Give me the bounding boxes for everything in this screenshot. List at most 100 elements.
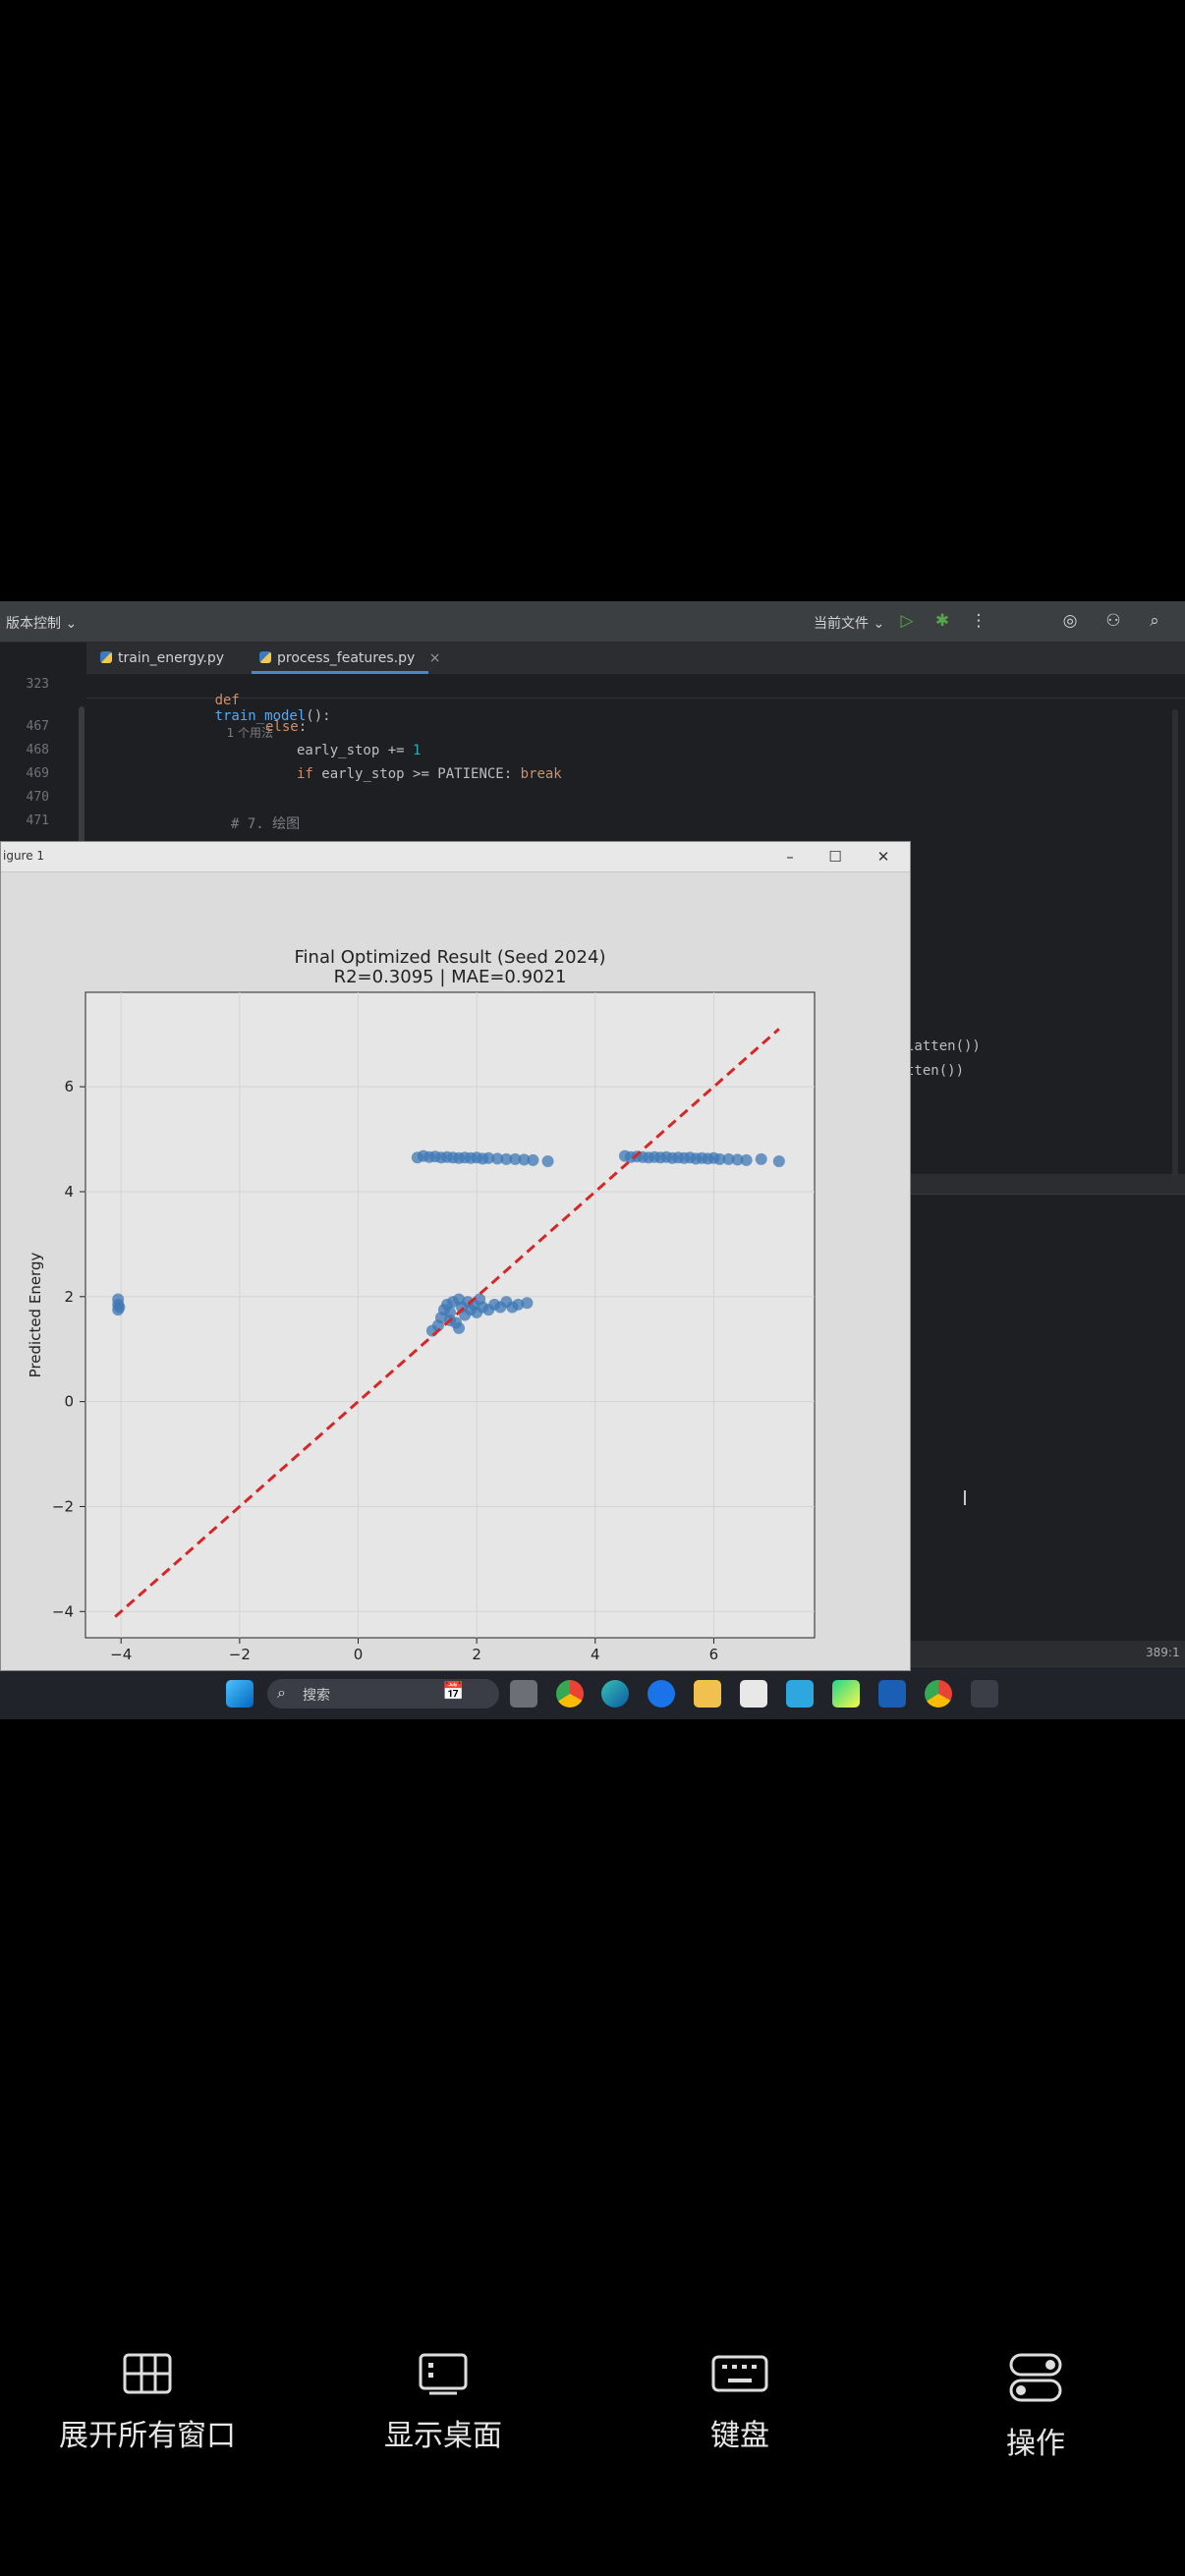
windows-start-icon[interactable] xyxy=(226,1680,254,1708)
expand-all-windows-button[interactable]: 展开所有窗口 xyxy=(39,2352,255,2454)
grid-icon xyxy=(123,2353,172,2394)
store-icon[interactable] xyxy=(740,1680,767,1708)
telegram-icon[interactable] xyxy=(786,1680,814,1708)
show-desktop-button[interactable]: 显示桌面 xyxy=(335,2352,551,2454)
line-number: 469 xyxy=(26,766,49,781)
edge-dev-icon[interactable] xyxy=(648,1680,675,1708)
keyboard-button[interactable]: 键盘 xyxy=(632,2352,848,2454)
data-point xyxy=(527,1153,539,1166)
calendar-widget-icon[interactable]: 📅 xyxy=(442,1681,464,1702)
menu-label: 显示桌面 xyxy=(384,2419,502,2453)
code-keyword: def xyxy=(214,693,240,708)
version-control-menu[interactable]: 版本控制 ⌄ xyxy=(6,613,77,633)
code-token: : xyxy=(298,719,308,735)
debug-icon[interactable]: ✱ xyxy=(931,610,953,632)
sticky-function-header[interactable]: 323 def train_model(): 1 个用法 xyxy=(27,674,1185,740)
scatter-chart: −4 −2 0 2 4 6 −4 −2 0 2 4 6 Final Optimized Result (… xyxy=(27,947,816,1668)
data-point xyxy=(740,1153,753,1166)
y-tick-label: 0 xyxy=(64,1393,74,1411)
search-placeholder: 搜索 xyxy=(303,1688,330,1704)
line-number: 468 xyxy=(26,743,49,757)
app-icon[interactable] xyxy=(878,1680,906,1708)
data-point xyxy=(755,1152,767,1165)
y-tick-label: −4 xyxy=(52,1602,74,1620)
close-icon[interactable]: ✕ xyxy=(873,846,894,868)
code-token: early_stop += xyxy=(297,743,414,758)
minimize-icon[interactable]: – xyxy=(779,846,801,868)
more-icon[interactable]: ⋮ xyxy=(968,610,989,632)
run-icon[interactable]: ▷ xyxy=(896,610,918,632)
code-token: if xyxy=(297,766,322,782)
code-fragment: tten()) xyxy=(906,1063,965,1079)
figure-title-bar[interactable]: igure 1 – ☐ ✕ xyxy=(1,842,910,872)
line-number: 471 xyxy=(26,813,49,828)
code-token: break xyxy=(520,766,562,782)
code-line[interactable]: if early_stop >= PATIENCE: break xyxy=(297,766,562,782)
actions-button[interactable]: 操作 xyxy=(928,2352,1144,2462)
x-tick-label: 2 xyxy=(472,1646,481,1663)
editor-scrollbar-right[interactable] xyxy=(1172,709,1178,1181)
line-number: 470 xyxy=(26,790,49,805)
editor-tabs: train_energy.py process_features.py × xyxy=(86,643,1185,674)
editor-scrollbar[interactable] xyxy=(79,706,85,864)
file-explorer-icon[interactable] xyxy=(694,1680,721,1708)
tab-train-energy[interactable]: train_energy.py xyxy=(100,643,224,674)
desktop-icon xyxy=(419,2353,468,2395)
edge-icon[interactable] xyxy=(601,1680,629,1708)
code-token: # 7. 绘图 xyxy=(231,816,301,832)
chart-title: Final Optimized Result (Seed 2024) xyxy=(295,947,606,968)
line-number: 467 xyxy=(26,719,49,734)
x-tick-label: −4 xyxy=(110,1646,132,1663)
code-line[interactable]: else: xyxy=(265,719,307,735)
window-title: igure 1 xyxy=(3,849,45,863)
y-tick-label: −2 xyxy=(52,1497,74,1515)
windows-taskbar: ⌕ 搜索 📅 xyxy=(0,1666,1185,1719)
code-line[interactable]: early_stop += 1 xyxy=(297,743,421,758)
ide-toolbar: 版本控制 ⌄ 当前文件 ⌄ ▷ ✱ ⋮ ◎ ⚇ ⌕ xyxy=(0,601,1185,643)
tool-window-header[interactable] xyxy=(909,1174,1185,1194)
menu-label: 操作 xyxy=(1006,2427,1065,2461)
code-text: (): xyxy=(306,708,331,724)
python-file-icon xyxy=(100,651,112,663)
search-icon[interactable]: ⌕ xyxy=(1144,610,1165,632)
close-tab-icon[interactable]: × xyxy=(429,650,441,666)
y-tick-label: 6 xyxy=(64,1078,74,1095)
chrome-profile-icon[interactable] xyxy=(925,1680,952,1708)
python-figure-icon[interactable] xyxy=(971,1680,998,1708)
y-axis-label: Predicted Energy xyxy=(27,1253,44,1378)
x-tick-label: 6 xyxy=(709,1646,719,1663)
data-point xyxy=(113,1301,126,1314)
figure-window[interactable]: igure 1 – ☐ ✕ −4 −2 0 2 4 6 −4 −2 0 2 4 6 Final Opti… xyxy=(0,841,911,1671)
menu-label: 展开所有窗口 xyxy=(59,2419,236,2453)
pycharm-icon[interactable] xyxy=(832,1680,860,1708)
code-fragment: latten()) xyxy=(906,1038,981,1054)
code-token: else xyxy=(265,719,299,735)
data-point xyxy=(453,1321,466,1334)
keyboard-icon xyxy=(711,2355,768,2392)
chart-subtitle: R2=0.3095 | MAE=0.9021 xyxy=(334,967,567,987)
tab-process-features[interactable]: process_features.py × xyxy=(259,643,440,674)
data-point xyxy=(772,1154,785,1167)
taskbar-search[interactable]: ⌕ 搜索 📅 xyxy=(267,1679,499,1708)
x-axis-label: True Energy xyxy=(405,1665,493,1668)
run-console[interactable]: I xyxy=(909,1194,1185,1653)
code-line[interactable]: # 7. 绘图 xyxy=(231,813,300,833)
python-file-icon xyxy=(259,651,271,663)
x-tick-label: 0 xyxy=(354,1646,364,1663)
text-cursor-icon: I xyxy=(962,1486,968,1510)
maximize-icon[interactable]: ☐ xyxy=(824,846,846,868)
run-config-selector[interactable]: 当前文件 ⌄ xyxy=(814,613,884,633)
x-tick-label: 4 xyxy=(591,1646,600,1663)
task-view-icon[interactable] xyxy=(510,1680,537,1708)
line-number: 323 xyxy=(26,677,49,692)
search-icon: ⌕ xyxy=(277,1683,286,1702)
add-user-icon[interactable]: ⚇ xyxy=(1102,610,1124,632)
cursor-position[interactable]: 389:1 xyxy=(1146,1646,1180,1659)
chrome-icon[interactable] xyxy=(556,1680,584,1708)
menu-label: 键盘 xyxy=(710,2419,769,2453)
y-tick-label: 2 xyxy=(64,1288,74,1306)
toggles-icon xyxy=(1009,2353,1062,2402)
y-tick-label: 4 xyxy=(64,1183,74,1201)
ai-assistant-icon[interactable]: ◎ xyxy=(1059,610,1081,632)
data-point xyxy=(521,1297,534,1310)
